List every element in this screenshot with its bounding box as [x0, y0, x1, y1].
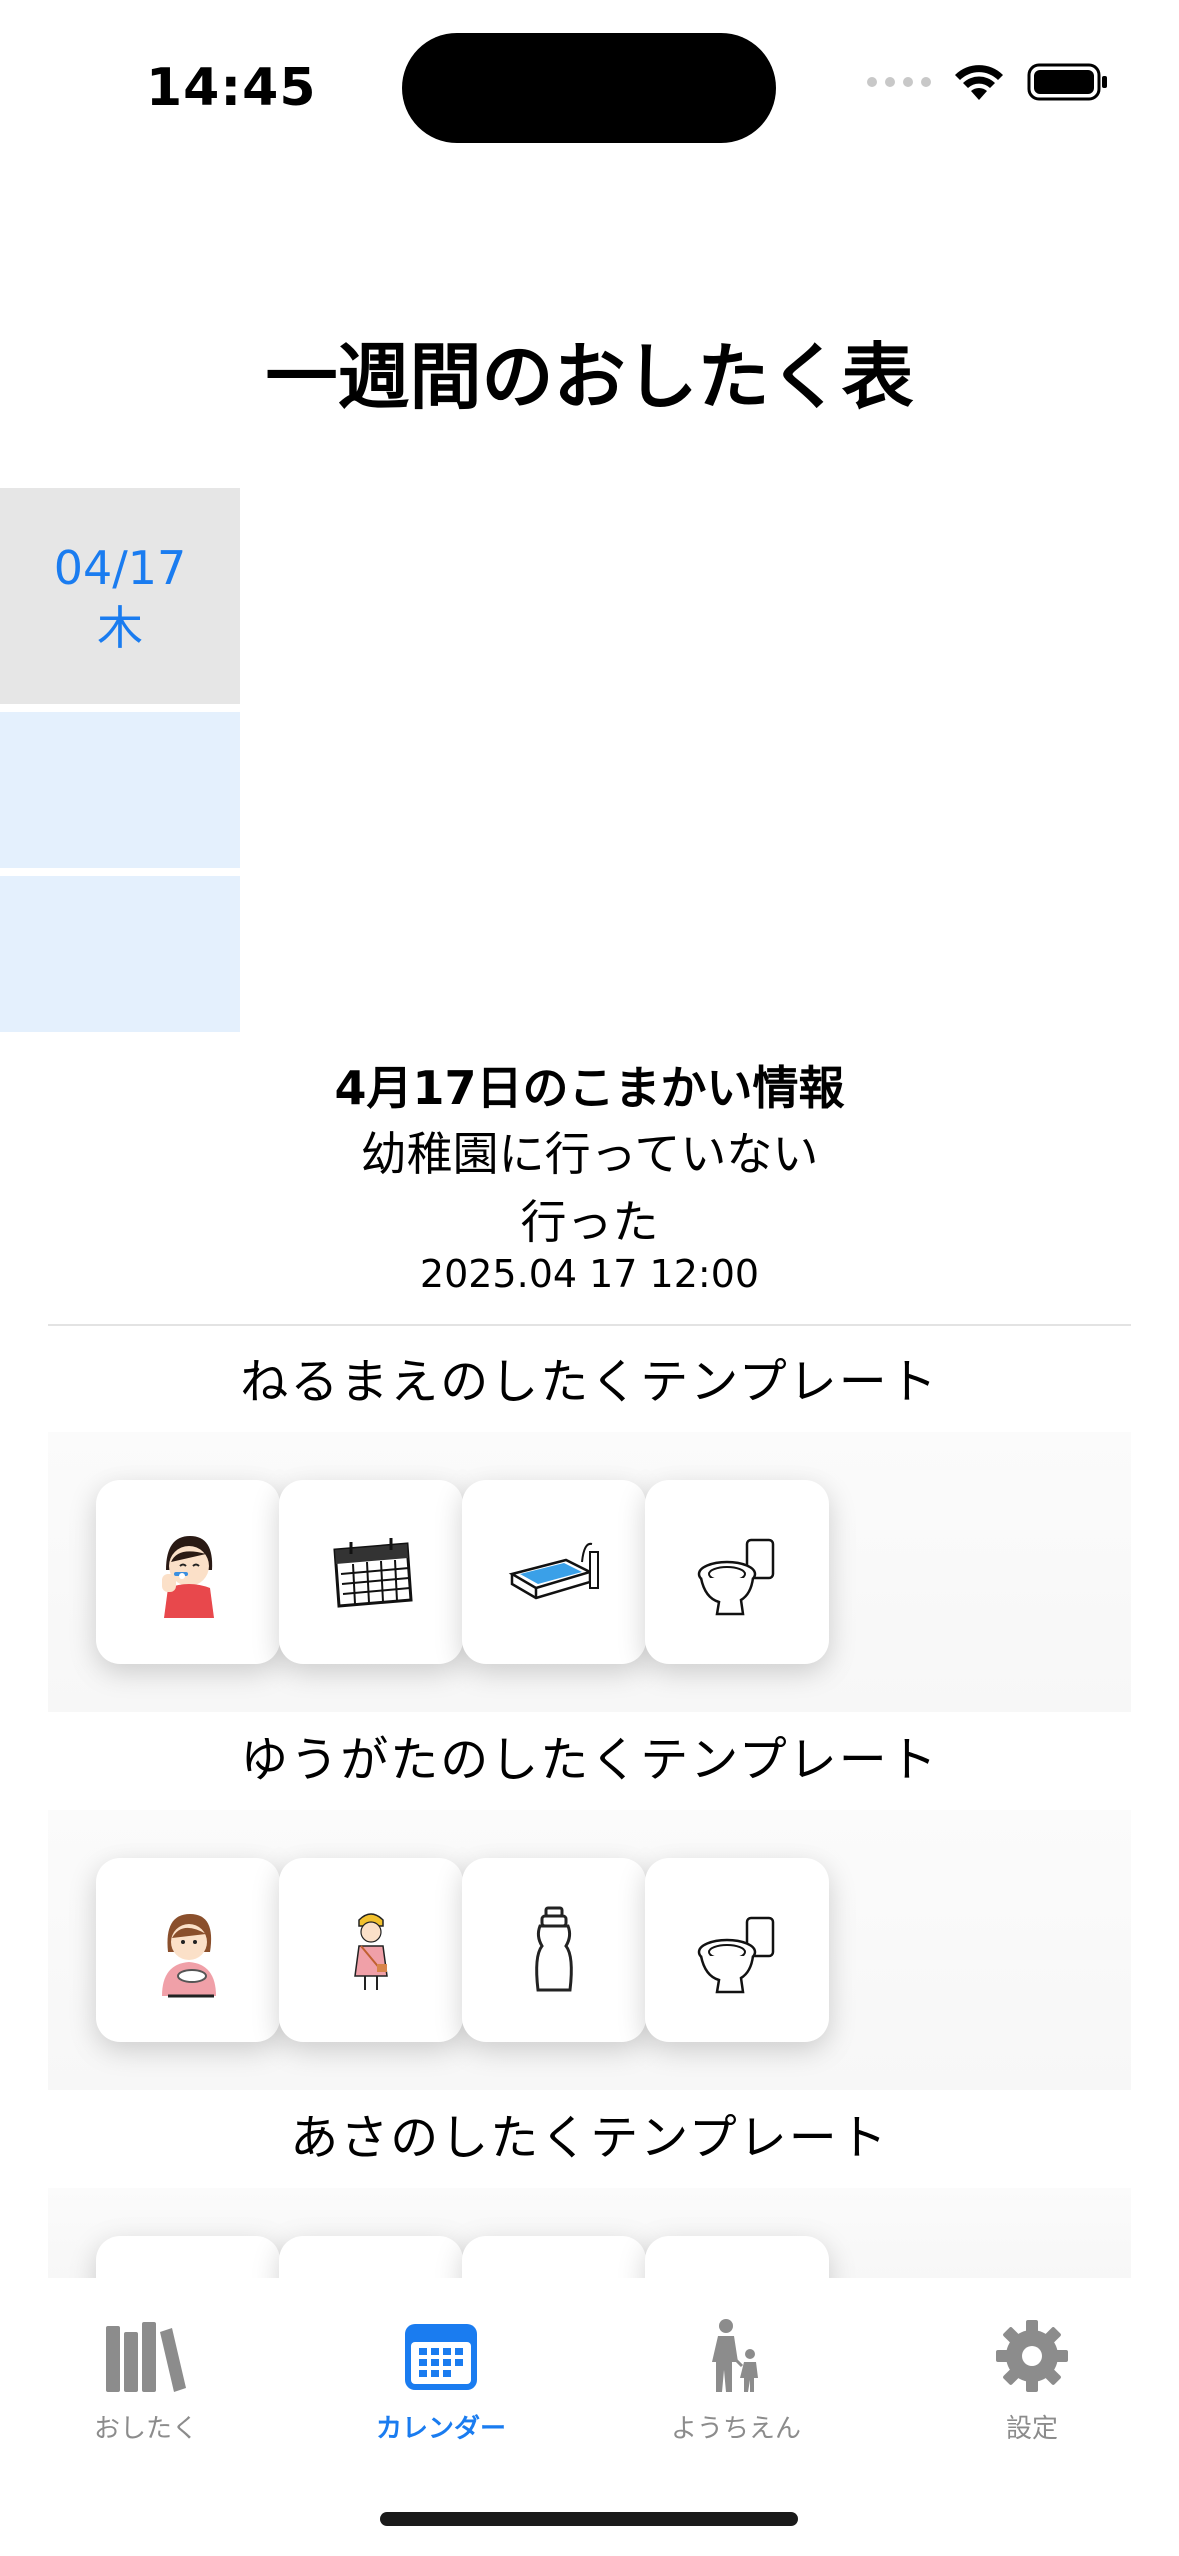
template-item[interactable] — [279, 1480, 463, 1664]
template-item[interactable] — [462, 1858, 646, 2042]
toilet-icon — [697, 1916, 775, 1994]
cellular-signal-icon — [867, 77, 931, 87]
template-item[interactable] — [96, 1480, 280, 1664]
tooth-brushing-girl-icon — [162, 1536, 214, 1618]
page-title: 一週間のおしたく表 — [265, 335, 914, 419]
tab-label: ようちえん — [670, 2414, 801, 2444]
template-item[interactable] — [279, 2236, 463, 2278]
template-row-bedtime[interactable] — [48, 1432, 1131, 1712]
divider — [48, 1324, 1131, 1326]
template-title-evening: ゆうがたのしたくテンプレート — [240, 1732, 939, 1788]
template-title-morning: あさのしたくテンプレート — [290, 2110, 889, 2166]
battery-icon — [1027, 63, 1107, 101]
tab-label: カレンダー — [375, 2414, 506, 2444]
template-row-evening[interactable] — [48, 1810, 1131, 2090]
detail-line-1: 幼稚園に行っていない — [360, 1127, 819, 1181]
tab-oshitaku[interactable]: おしたく — [46, 2318, 246, 2445]
parent-child-icon — [712, 2319, 758, 2392]
home-indicator[interactable] — [380, 2512, 798, 2526]
wifi-icon — [955, 65, 1003, 100]
books-icon — [106, 2322, 186, 2392]
template-row-morning[interactable] — [48, 2188, 1131, 2278]
tab-label: 設定 — [1005, 2414, 1058, 2444]
day-weekday: 木 — [97, 601, 143, 655]
gear-icon — [996, 2320, 1068, 2392]
tab-label: おしたく — [93, 2414, 198, 2444]
eating-girl-icon — [162, 1914, 216, 1998]
tab-kindergarten[interactable]: ようちえん — [636, 2318, 836, 2445]
kindergarten-child-icon — [354, 1913, 388, 1990]
calendar-icon — [333, 1538, 413, 1608]
template-item[interactable] — [462, 1480, 646, 1664]
water-bottle-icon — [535, 1906, 573, 1992]
calendar-icon — [405, 2324, 477, 2390]
status-icons — [867, 62, 1109, 102]
template-item[interactable] — [645, 1858, 829, 2042]
detail-timestamp: 2025.04 17 12:00 — [419, 1252, 760, 1296]
template-item[interactable] — [279, 1858, 463, 2042]
toilet-icon — [697, 1538, 775, 1616]
bathtub-icon — [508, 1542, 599, 1600]
dynamic-island — [402, 33, 776, 143]
template-item[interactable] — [96, 1858, 280, 2042]
tab-calendar[interactable]: カレンダー — [341, 2318, 541, 2445]
tab-settings[interactable]: 設定 — [932, 2318, 1132, 2445]
day-cell[interactable] — [0, 712, 240, 868]
day-cell[interactable] — [0, 876, 240, 1032]
day-date: 04/17 — [53, 541, 187, 595]
template-item[interactable] — [645, 2236, 829, 2278]
detail-title: 4月17日のこまかい情報 — [334, 1061, 845, 1115]
template-title-bedtime: ねるまえのしたくテンプレート — [240, 1354, 939, 1410]
day-cell-selected[interactable]: 04/17 木 — [0, 488, 240, 704]
detail-line-2: 行った — [520, 1195, 659, 1249]
template-item[interactable] — [462, 2236, 646, 2278]
template-item[interactable] — [96, 2236, 280, 2278]
status-time: 14:45 — [146, 58, 317, 118]
template-item[interactable] — [645, 1480, 829, 1664]
